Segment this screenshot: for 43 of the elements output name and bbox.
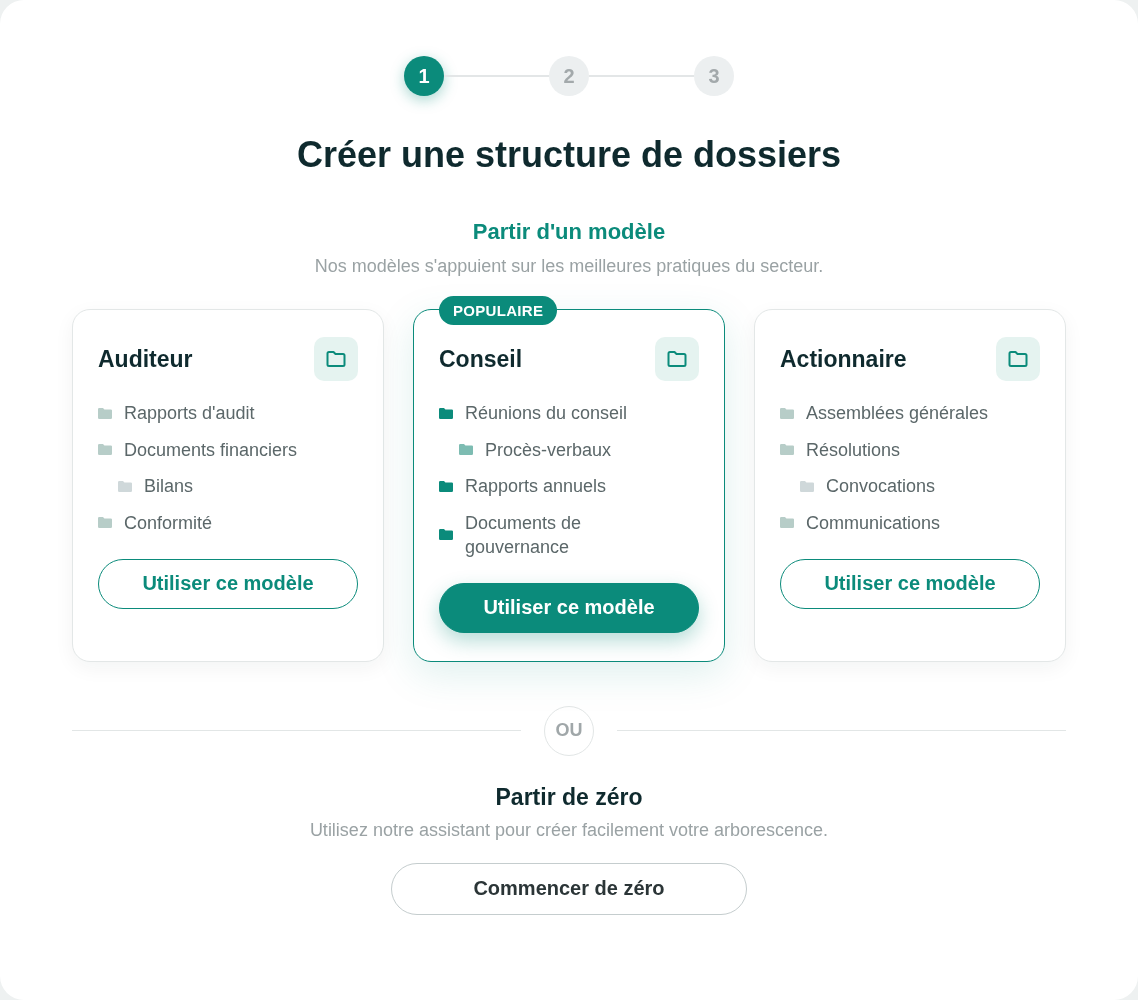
use-template-button[interactable]: Utiliser ce modèle (439, 582, 699, 633)
step-indicator: 3 (694, 56, 734, 96)
start-from-scratch-button[interactable]: Commencer de zéro (391, 862, 747, 915)
folder-icon (800, 480, 814, 492)
folder-icon (314, 337, 358, 381)
folder-icon (459, 444, 473, 455)
folder-label: Documents de gouvernance (465, 511, 583, 559)
folder-icon (439, 407, 453, 419)
folder-label: Rapports annuels (465, 475, 607, 498)
step-indicator: 1 (404, 56, 444, 96)
folder-icon (98, 517, 112, 528)
page-title: Créer une structure de dossiers (296, 133, 842, 177)
folder-icon (118, 480, 132, 492)
popular-badge: POPULAIRE (439, 296, 558, 325)
folder-label: Rapports d'audit (124, 402, 255, 425)
folder-label: Réunions du conseil (465, 402, 628, 425)
folder-label: Convocations (826, 475, 936, 498)
section-subtitle: Nos modèles s'appuient sur les meilleures pratiques du secteur. (314, 255, 824, 278)
folder-icon (780, 444, 794, 455)
folder-label: Documents financiers (124, 438, 298, 462)
folder-label: Conformité (124, 511, 213, 535)
folder-label: Procès-verbaux (485, 438, 612, 462)
card-title: Auditeur (98, 345, 193, 373)
folder-label: Bilans (144, 475, 194, 498)
folder-icon (996, 337, 1040, 381)
use-template-button[interactable]: Utiliser ce modèle (780, 558, 1040, 609)
folder-label: Assemblées générales (806, 402, 989, 425)
card-title: Conseil (439, 345, 523, 373)
folder-icon (655, 337, 699, 381)
step-indicator: 2 (549, 56, 589, 96)
folder-icon (98, 444, 112, 455)
section-subtitle: Utilisez notre assistant pour créer facilement votre arborescence. (309, 818, 829, 842)
folder-label: Résolutions (806, 438, 901, 462)
folder-icon (439, 529, 453, 540)
section-heading: Partir d'un modèle (472, 218, 666, 246)
folder-label: Communications (806, 511, 941, 535)
folder-icon (780, 517, 794, 528)
folder-icon (98, 407, 112, 419)
card-title: Actionnaire (780, 345, 907, 373)
use-template-button[interactable]: Utiliser ce modèle (98, 558, 358, 609)
folder-icon (780, 407, 794, 419)
section-heading: Partir de zéro (495, 782, 643, 811)
folder-icon (439, 480, 453, 492)
